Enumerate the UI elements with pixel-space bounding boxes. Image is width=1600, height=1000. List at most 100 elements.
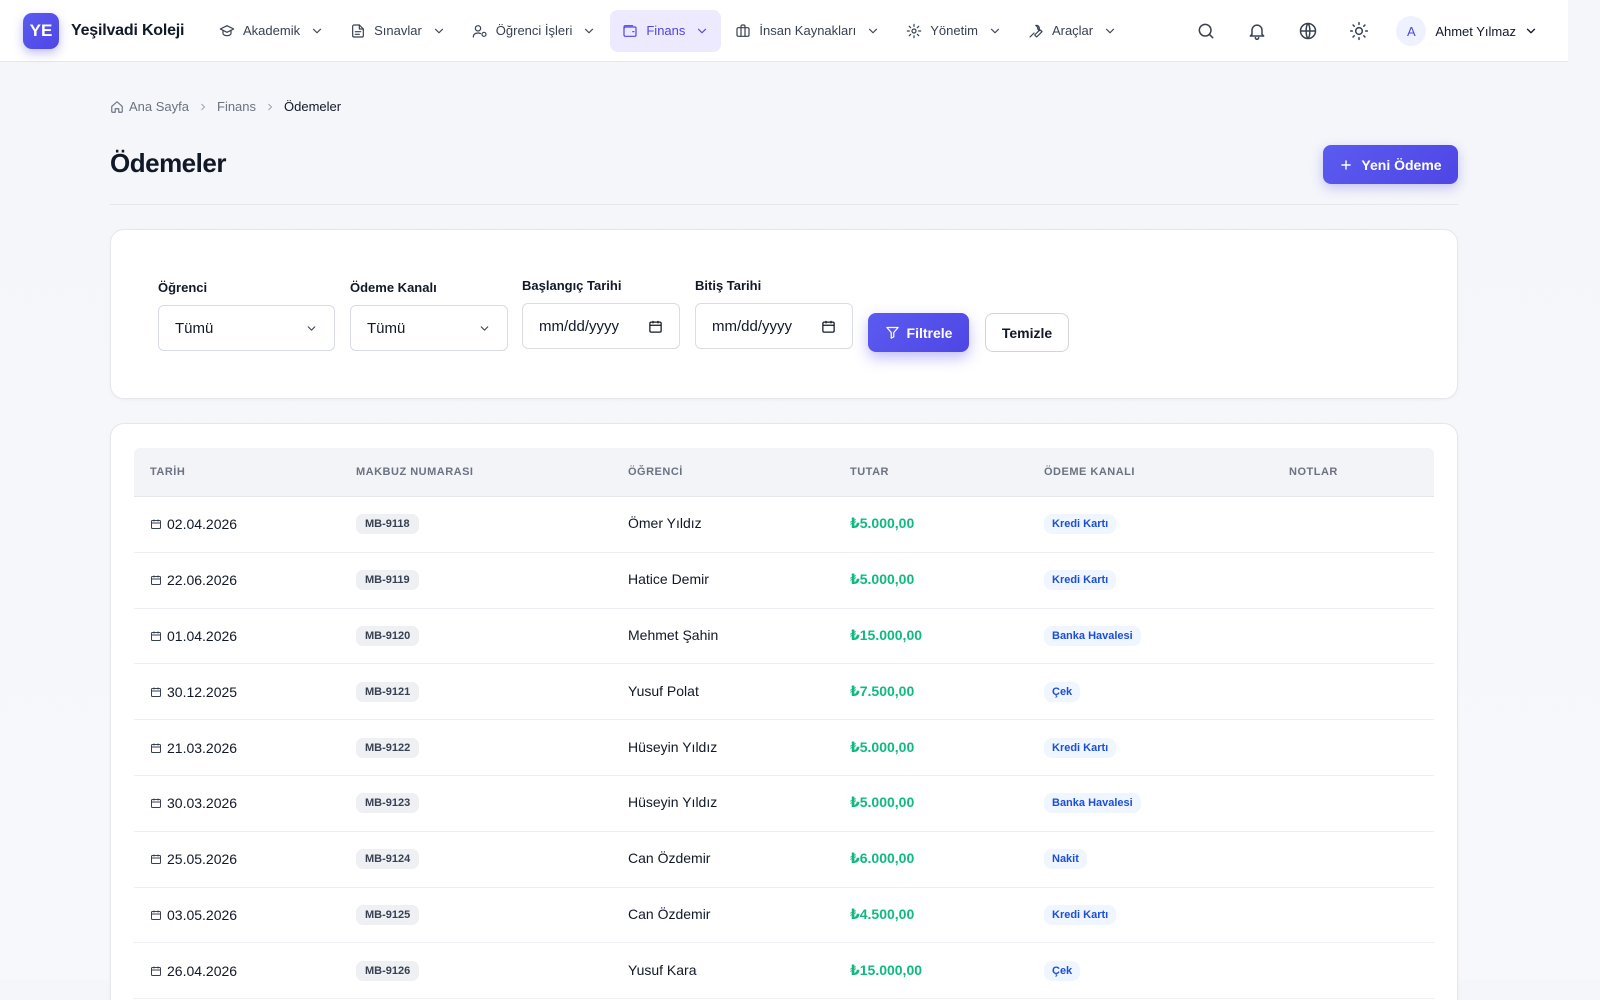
nav-label: İnsan Kaynakları bbox=[759, 23, 857, 38]
channel-cell: Çek bbox=[1044, 681, 1289, 702]
amount-cell: ₺6.000,00 bbox=[850, 850, 1044, 868]
graduation-cap-icon bbox=[219, 23, 235, 39]
globe-icon[interactable] bbox=[1296, 19, 1320, 43]
channel-filter-label: Ödeme Kanalı bbox=[350, 280, 437, 295]
calendar-icon bbox=[150, 965, 162, 977]
student-name: Hüseyin Yıldız bbox=[628, 738, 718, 755]
breadcrumb-section[interactable]: Finans bbox=[217, 99, 256, 114]
breadcrumb: Ana Sayfa Finans Ödemeler bbox=[110, 99, 341, 114]
payment-date: 30.03.2026 bbox=[167, 795, 238, 812]
start-date-input[interactable]: mm/dd/yyyy bbox=[522, 303, 680, 349]
table-row[interactable]: 30.12.2025 MB-9121 Yusuf Polat ₺7.500,00… bbox=[134, 664, 1434, 721]
student-name: Can Özdemir bbox=[628, 905, 711, 922]
amount-cell: ₺7.500,00 bbox=[850, 683, 1044, 701]
amount-cell: ₺4.500,00 bbox=[850, 906, 1044, 924]
end-date-input[interactable]: mm/dd/yyyy bbox=[695, 303, 853, 349]
payment-amount: ₺7.500,00 bbox=[850, 682, 915, 699]
student-select[interactable]: Tümü bbox=[158, 305, 335, 351]
receipt-badge: MB-9124 bbox=[356, 849, 420, 870]
nav-item-finans[interactable]: Finans bbox=[610, 9, 722, 52]
amount-cell: ₺5.000,00 bbox=[850, 571, 1044, 589]
nav-item-araclar[interactable]: Araçlar bbox=[1016, 10, 1129, 52]
calendar-icon[interactable] bbox=[821, 319, 836, 334]
filter-button[interactable]: Filtrele bbox=[868, 313, 969, 352]
wrench-icon bbox=[1028, 23, 1044, 39]
column-header-date[interactable]: TARİH bbox=[134, 466, 356, 478]
student-cell: Yusuf Polat bbox=[628, 683, 850, 701]
table-row[interactable]: 02.04.2026 MB-9118 Ömer Yıldız ₺5.000,00… bbox=[134, 497, 1434, 553]
table-row[interactable]: 01.04.2026 MB-9120 Mehmet Şahin ₺15.000,… bbox=[134, 609, 1434, 665]
date-cell: 02.04.2026 bbox=[134, 516, 356, 532]
receipt-cell: MB-9122 bbox=[356, 737, 628, 758]
user-menu[interactable]: A Ahmet Yılmaz bbox=[1396, 16, 1538, 46]
nav-item-ogrenci-isleri[interactable]: Öğrenci İşleri bbox=[460, 10, 609, 52]
receipt-badge: MB-9126 bbox=[356, 960, 420, 981]
column-header-receipt[interactable]: MAKBUZ NUMARASI bbox=[356, 466, 628, 478]
brand-name: Yeşilvadi Koleji bbox=[71, 21, 185, 39]
sun-icon[interactable] bbox=[1347, 19, 1371, 43]
date-cell: 03.05.2026 bbox=[134, 907, 356, 923]
chevron-down-icon bbox=[305, 322, 318, 335]
calendar-icon[interactable] bbox=[648, 319, 663, 334]
student-name: Yusuf Kara bbox=[628, 961, 697, 978]
payments-table: TARİH MAKBUZ NUMARASI ÖĞRENCİ TUTAR ÖDEM… bbox=[134, 448, 1434, 1000]
channel-badge: Banka Havalesi bbox=[1044, 793, 1141, 814]
nav-label: Öğrenci İşleri bbox=[495, 23, 573, 38]
page-title: Ödemeler bbox=[110, 148, 226, 178]
breadcrumb-home[interactable]: Ana Sayfa bbox=[129, 99, 189, 114]
receipt-badge: MB-9120 bbox=[356, 625, 420, 646]
clear-button[interactable]: Temizle bbox=[985, 313, 1069, 352]
date-cell: 01.04.2026 bbox=[134, 628, 356, 644]
document-icon bbox=[350, 23, 366, 39]
avatar: A bbox=[1396, 16, 1427, 46]
table-row[interactable]: 03.05.2026 MB-9125 Can Özdemir ₺4.500,00… bbox=[134, 888, 1434, 944]
student-name: Hüseyin Yıldız bbox=[628, 794, 718, 811]
receipt-cell: MB-9123 bbox=[356, 793, 628, 814]
briefcase-icon bbox=[735, 23, 751, 39]
channel-select[interactable]: Tümü bbox=[350, 305, 508, 351]
table-row[interactable]: 30.03.2026 MB-9123 Hüseyin Yıldız ₺5.000… bbox=[134, 776, 1434, 832]
payment-amount: ₺15.000,00 bbox=[850, 626, 923, 643]
nav-item-insan-kaynaklari[interactable]: İnsan Kaynakları bbox=[723, 10, 892, 52]
table-row[interactable]: 22.06.2026 MB-9119 Hatice Demir ₺5.000,0… bbox=[134, 553, 1434, 609]
table-row[interactable]: 25.05.2026 MB-9124 Can Özdemir ₺6.000,00… bbox=[134, 832, 1434, 888]
nav-label: Yönetim bbox=[930, 23, 978, 38]
receipt-cell: MB-9119 bbox=[356, 570, 628, 591]
receipt-badge: MB-9122 bbox=[356, 737, 420, 758]
receipt-cell: MB-9121 bbox=[356, 681, 628, 702]
nav-item-yonetim[interactable]: Yönetim bbox=[894, 10, 1014, 52]
student-cell: Hüseyin Yıldız bbox=[628, 794, 850, 812]
chevron-down-icon bbox=[988, 24, 1002, 38]
amount-cell: ₺15.000,00 bbox=[850, 962, 1044, 980]
amount-cell: ₺5.000,00 bbox=[850, 739, 1044, 757]
new-payment-button[interactable]: Yeni Ödeme bbox=[1323, 145, 1458, 184]
channel-badge: Kredi Kartı bbox=[1044, 904, 1117, 925]
bell-icon[interactable] bbox=[1245, 19, 1269, 43]
nav-item-akademik[interactable]: Akademik bbox=[207, 10, 336, 52]
start-date-value: mm/dd/yyyy bbox=[539, 317, 620, 335]
table-body: 02.04.2026 MB-9118 Ömer Yıldız ₺5.000,00… bbox=[134, 497, 1434, 1000]
search-icon[interactable] bbox=[1194, 19, 1218, 43]
home-icon[interactable] bbox=[110, 100, 124, 114]
column-header-amount[interactable]: TUTAR bbox=[850, 466, 1044, 478]
column-header-notes[interactable]: NOTLAR bbox=[1289, 466, 1434, 478]
start-date-label: Başlangıç Tarihi bbox=[522, 278, 622, 293]
chevron-right-icon bbox=[264, 101, 276, 113]
receipt-badge: MB-9123 bbox=[356, 793, 420, 814]
column-header-student[interactable]: ÖĞRENCİ bbox=[628, 466, 850, 478]
channel-cell: Kredi Kartı bbox=[1044, 514, 1289, 535]
student-cell: Hatice Demir bbox=[628, 571, 850, 589]
student-name: Ömer Yıldız bbox=[628, 515, 702, 532]
channel-select-value: Tümü bbox=[367, 319, 406, 337]
table-row[interactable]: 21.03.2026 MB-9122 Hüseyin Yıldız ₺5.000… bbox=[134, 720, 1434, 776]
table-row[interactable]: 26.04.2026 MB-9126 Yusuf Kara ₺15.000,00… bbox=[134, 943, 1434, 1000]
main-nav: Akademik Sınavlar Öğrenci İşleri Finans bbox=[207, 0, 1131, 62]
receipt-cell: MB-9118 bbox=[356, 514, 628, 535]
column-header-channel[interactable]: ÖDEME KANALI bbox=[1044, 466, 1289, 478]
nav-item-sinavlar[interactable]: Sınavlar bbox=[338, 10, 458, 52]
payment-amount: ₺5.000,00 bbox=[850, 794, 915, 811]
student-cell: Mehmet Şahin bbox=[628, 627, 850, 645]
brand[interactable]: YE Yeşilvadi Koleji bbox=[23, 12, 203, 49]
date-cell: 21.03.2026 bbox=[134, 740, 356, 756]
user-name: Ahmet Yılmaz bbox=[1435, 23, 1516, 39]
